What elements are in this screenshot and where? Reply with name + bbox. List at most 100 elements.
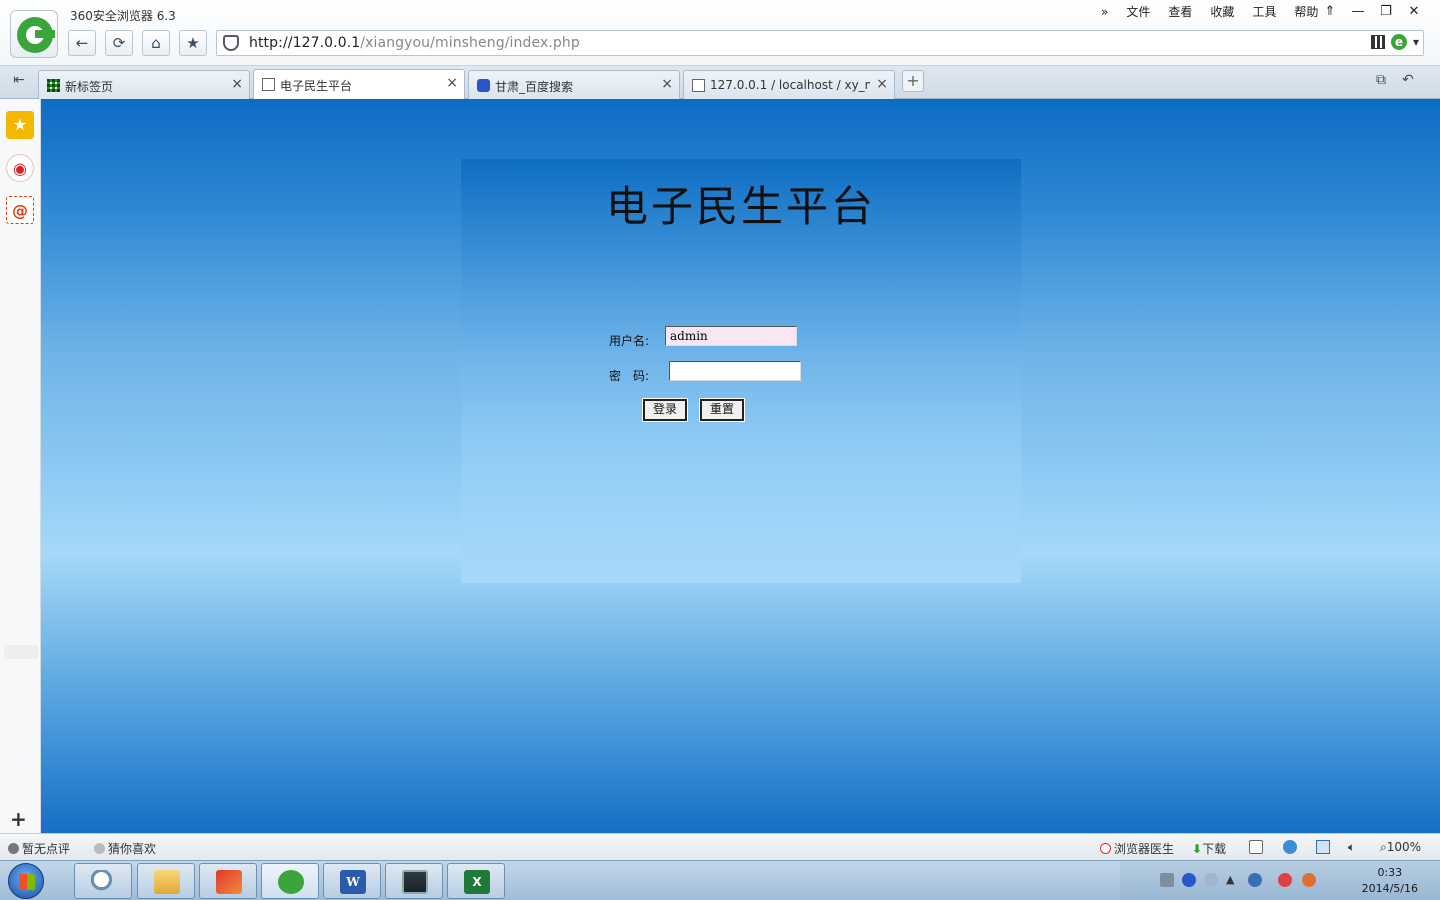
volume-icon[interactable]: 🔈︎ — [1348, 840, 1355, 855]
taskbar-explorer[interactable] — [137, 863, 195, 899]
360-browser-icon — [278, 870, 304, 894]
tab-label: 电子民生平台 — [280, 79, 353, 93]
chevron-down-icon[interactable]: ▾ — [1413, 35, 1419, 49]
taskbar-360-browser[interactable] — [261, 863, 319, 899]
rating-status[interactable]: 暂无点评 — [8, 840, 70, 857]
mail-icon[interactable]: @ — [6, 196, 34, 224]
chevron-up-icon[interactable]: ▲ — [1226, 873, 1240, 887]
tab-label: 新标签页 — [65, 80, 114, 94]
restore-button[interactable]: ❐ — [1372, 3, 1400, 21]
web-content: 电子民生平台 用户名: 密 码: 登录 重置 — [41, 99, 1440, 833]
tab-close-icon[interactable]: × — [446, 75, 458, 91]
tab-close-icon[interactable]: × — [661, 76, 673, 92]
add-sidebar-item-icon[interactable]: + — [10, 807, 27, 831]
menu-tools[interactable]: 工具 — [1243, 4, 1285, 20]
favorite-button[interactable]: ★ — [179, 30, 207, 56]
magnifier-icon: ⌕ — [1380, 840, 1387, 854]
page-icon — [262, 78, 275, 91]
keyboard-icon[interactable] — [1160, 873, 1174, 887]
guess-icon — [94, 843, 105, 854]
sidebar-divider — [4, 645, 38, 659]
tab-list-icon[interactable]: ⧉ — [1376, 72, 1386, 88]
download-arrow-icon: ⬇ — [1192, 842, 1203, 856]
security-shield-icon[interactable] — [223, 35, 239, 51]
undo-close-tab-icon[interactable]: ↶ — [1402, 72, 1414, 88]
window-controls: ⇑ — ❐ ✕ — [1316, 3, 1428, 21]
taskbar-word[interactable]: W — [323, 863, 381, 899]
guess-you-like[interactable]: 猜你喜欢 — [94, 840, 156, 857]
rating-label: 暂无点评 — [22, 842, 71, 856]
menu-favorites[interactable]: 收藏 — [1201, 4, 1243, 20]
taskbar-search-app[interactable] — [74, 863, 132, 899]
new-tab-button[interactable]: + — [902, 70, 924, 92]
refresh-button[interactable]: ⟳ — [105, 30, 133, 56]
back-button[interactable]: ← — [68, 30, 96, 56]
page-title: 电子民生平台 — [605, 182, 876, 231]
url-text[interactable]: http://127.0.0.1/xiangyou/minsheng/index… — [249, 35, 580, 51]
star-icon[interactable]: ★ — [6, 111, 34, 139]
url-host: http://127.0.0.1 — [249, 35, 361, 51]
menu-more-icon[interactable]: » — [1092, 4, 1117, 20]
qq-icon[interactable] — [1278, 873, 1292, 887]
word-icon: W — [340, 870, 366, 894]
app-title: 360安全浏览器 6.3 — [70, 9, 176, 23]
username-label: 用户名: — [609, 334, 650, 348]
address-bar[interactable]: http://127.0.0.1/xiangyou/minsheng/index… — [216, 30, 1424, 56]
help-icon[interactable] — [1182, 873, 1196, 887]
zoom-control[interactable]: ⌕100% — [1380, 840, 1421, 855]
address-bar-tools: e ▾ — [1370, 34, 1419, 50]
eraser-app-icon — [216, 870, 242, 894]
taskbar-terminal[interactable] — [385, 863, 443, 899]
tab-close-icon[interactable]: × — [876, 76, 888, 92]
login-button[interactable]: 登录 — [642, 398, 688, 422]
minimize-button[interactable]: — — [1344, 3, 1372, 21]
taskbar-clock[interactable]: 0:33 2014/5/16 — [1362, 865, 1418, 897]
zoom-level: 100% — [1386, 840, 1422, 854]
browser-doctor[interactable]: 浏览器医生 — [1100, 840, 1174, 857]
doctor-icon — [1100, 843, 1111, 854]
reset-button[interactable]: 重置 — [699, 398, 745, 422]
info-icon[interactable] — [1248, 873, 1262, 887]
left-sidebar: ★ ◉ @ + — [0, 99, 41, 833]
download-label: 下载 — [1202, 842, 1227, 856]
ie-mode-icon[interactable] — [1283, 840, 1297, 854]
qq-icon-2[interactable] — [1302, 873, 1316, 887]
taskbar-excel[interactable]: X — [447, 863, 505, 899]
menu-view[interactable]: 查看 — [1159, 4, 1201, 20]
skin-icon[interactable]: ⇑ — [1316, 3, 1344, 21]
start-button[interactable] — [8, 863, 44, 899]
rating-icon — [8, 843, 19, 854]
excel-icon: X — [464, 870, 490, 894]
ad-filter-icon[interactable] — [1249, 840, 1263, 854]
username-input[interactable] — [665, 326, 797, 346]
page-icon — [692, 79, 705, 92]
password-input[interactable] — [669, 361, 801, 381]
qr-code-icon[interactable] — [1370, 35, 1385, 49]
terminal-icon — [402, 870, 428, 894]
home-button[interactable]: ⌂ — [142, 30, 170, 56]
magnifier-app-icon — [91, 870, 117, 894]
url-path: /xiangyou/minsheng/index.php — [360, 35, 580, 51]
menu-file[interactable]: 文件 — [1117, 4, 1159, 20]
tab-baidu-search[interactable]: 甘肃_百度搜索 × — [468, 70, 680, 99]
tab-label: 甘肃_百度搜索 — [495, 80, 574, 94]
tab-new-tab[interactable]: 新标签页 × — [38, 70, 250, 99]
clock-time: 0:33 — [1377, 866, 1403, 879]
browser-mode-icon[interactable]: e — [1390, 34, 1407, 50]
sidebar-toggle-icon[interactable]: ⇤ — [8, 72, 30, 92]
close-window-button[interactable]: ✕ — [1400, 3, 1428, 21]
download-status[interactable]: ⬇下载 — [1192, 840, 1226, 857]
tab-minsheng[interactable]: 电子民生平台 × — [253, 69, 465, 99]
browser-logo-icon[interactable] — [10, 10, 58, 58]
window-icon[interactable] — [1316, 840, 1330, 854]
folder-icon — [154, 870, 180, 894]
tab-phpmyadmin[interactable]: 127.0.0.1 / localhost / xy_mi × — [683, 70, 895, 99]
taskbar-paint-app[interactable] — [199, 863, 257, 899]
baidu-paw-icon — [477, 79, 490, 92]
menu-bar: » 文件 查看 收藏 工具 帮助 — [1092, 4, 1327, 20]
weibo-icon[interactable]: ◉ — [6, 154, 34, 182]
network-icon[interactable] — [1204, 873, 1218, 887]
tab-close-icon[interactable]: × — [231, 76, 243, 92]
password-label: 密 码: — [609, 369, 650, 383]
guess-label: 猜你喜欢 — [108, 842, 157, 856]
